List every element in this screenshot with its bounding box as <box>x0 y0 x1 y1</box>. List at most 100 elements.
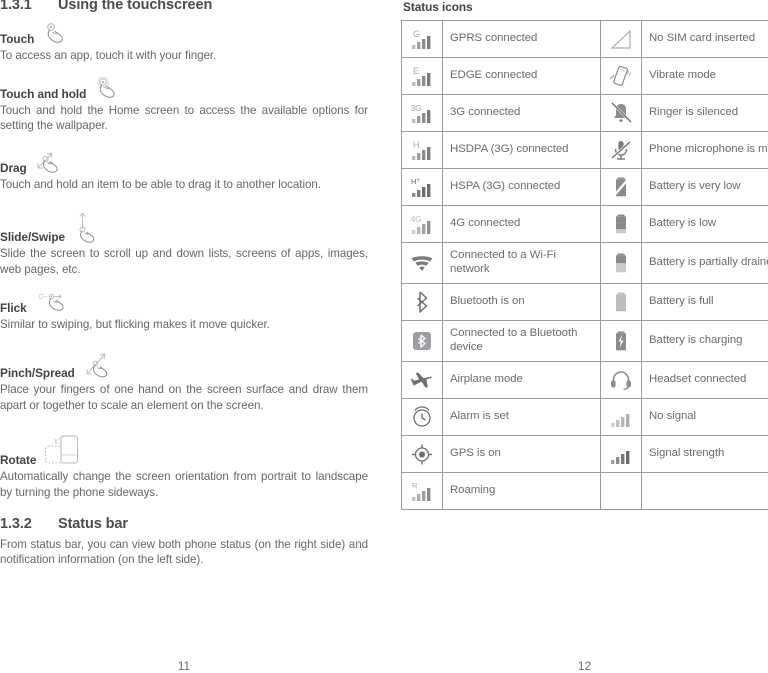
svg-text:E: E <box>413 66 419 76</box>
vibrate-mode-icon <box>600 57 642 95</box>
empty-icon-cell <box>600 471 642 510</box>
gesture-label-slide-swipe: Slide/Swipe <box>0 210 368 244</box>
bluetooth-connected-icon <box>401 319 443 362</box>
gesture-label-text: Slide/Swipe <box>0 230 66 245</box>
gesture-text-slide-swipe: Slide the screen to scroll up and down l… <box>0 247 368 276</box>
page-number-left: 11 <box>177 659 191 673</box>
no-sim-card-icon <box>600 20 642 58</box>
table-row: GPS is on Signal strength <box>401 434 768 473</box>
gesture-label-text: Touch and hold <box>0 86 87 101</box>
status-icons-title: Status icons <box>403 0 473 14</box>
table-row: Alarm is set No signal <box>401 397 768 436</box>
icon-label: HSDPA (3G) connected <box>442 131 601 169</box>
page-number-right: 12 <box>577 659 592 673</box>
signal-bars-edge-icon: E <box>401 57 443 95</box>
status-icons-table: G GPRS connected No SIM card inserted E … <box>401 20 768 510</box>
gesture-text-flick: Similar to swiping, but flicking makes i… <box>0 317 270 331</box>
gesture-label-pinch-spread: Pinch/Spread <box>0 350 368 380</box>
headset-icon <box>600 360 642 399</box>
icon-label: GPS is on <box>442 434 601 473</box>
section-title: Using the touchscreen <box>58 0 213 13</box>
svg-text:R: R <box>412 481 418 490</box>
gesture-label-text: Pinch/Spread <box>0 366 75 381</box>
gesture-label-text: Flick <box>0 300 27 315</box>
icon-label: Signal strength <box>641 434 768 473</box>
battery-charging-icon <box>600 319 642 362</box>
icon-label: Ringer is silenced <box>641 94 768 132</box>
battery-low-icon <box>600 205 642 243</box>
svg-text:H: H <box>413 140 419 150</box>
icon-label: Roaming <box>442 471 601 510</box>
icon-label: Connected to a Wi-Fi network <box>442 242 601 284</box>
gesture-label-text: Drag <box>0 160 27 175</box>
table-row: R Roaming <box>401 471 768 510</box>
table-row: H + HSPA (3G) connected Battery is very <box>401 168 768 206</box>
icon-label: Battery is very low <box>641 168 768 206</box>
icon-label: Airplane mode <box>442 360 601 399</box>
gesture-label-text: Touch <box>0 32 35 46</box>
bluetooth-on-icon <box>401 282 443 321</box>
airplane-mode-icon <box>401 360 443 399</box>
table-row: 3G 3G connected Ringer is silenced <box>401 94 768 132</box>
hand-touch-hold-icon <box>92 76 126 101</box>
battery-very-low-icon <box>600 168 642 206</box>
icon-label: HSPA (3G) connected <box>442 168 601 206</box>
icon-label: Vibrate mode <box>641 57 768 95</box>
table-row: Bluetooth is on Battery is full <box>401 282 768 321</box>
hand-slide-swipe-icon <box>73 210 103 244</box>
icon-label: Connected to a Bluetooth device <box>442 319 601 362</box>
gesture-text-touch: To access an app, touch it with your fin… <box>0 49 217 62</box>
icon-label: Battery is full <box>641 282 768 321</box>
icon-label: Battery is low <box>641 205 768 243</box>
right-page-column: Status icons G GPRS connected No SIM car… <box>401 0 768 510</box>
signal-bars-empty-icon <box>600 397 642 436</box>
gesture-text-rotate: Automatically change the screen orientat… <box>0 470 368 499</box>
icon-label: Battery is charging <box>641 319 768 362</box>
gesture-text-pinch-spread: Place your fingers of one hand on the sc… <box>0 383 368 412</box>
gesture-text-touch-and-hold: Touch and hold the Home screen to access… <box>0 103 368 133</box>
svg-text:+: + <box>417 178 421 184</box>
gesture-label-flick: Flick <box>0 291 368 315</box>
gesture-label-rotate: Rotate <box>0 433 368 467</box>
table-row: 4G 4G connected Battery is low <box>401 205 768 243</box>
phone-rotate-icon <box>44 433 86 467</box>
signal-bars-roaming-icon: R <box>401 471 443 510</box>
icon-label <box>641 471 768 510</box>
signal-bars-gprs-icon: G <box>401 20 443 58</box>
icon-label: Headset connected <box>641 360 768 399</box>
gesture-label-drag: Drag <box>0 147 368 175</box>
icon-label: EDGE connected <box>442 57 601 95</box>
signal-bars-hspa-icon: H + <box>401 168 443 206</box>
icon-label: GPRS connected <box>442 20 601 58</box>
hand-drag-icon <box>35 147 71 175</box>
section-heading-1-3-2: 1.3.2 Status bar <box>0 516 368 532</box>
icon-label: No signal <box>641 397 768 436</box>
svg-text:4G: 4G <box>411 214 422 224</box>
battery-partial-icon <box>600 242 642 284</box>
table-row: Connected to a Bluetooth device Battery … <box>401 319 768 362</box>
icon-label: 3G connected <box>442 94 601 132</box>
icon-label: Alarm is set <box>442 397 601 436</box>
icon-label: 4G connected <box>442 205 601 243</box>
section-number: 1.3.1 <box>0 0 32 13</box>
gesture-label-touch-and-hold: Touch and hold <box>0 76 368 101</box>
icon-label: No SIM card inserted <box>641 20 768 58</box>
section-title: Status bar <box>58 515 128 532</box>
icon-label: Battery is partially drained <box>641 242 768 284</box>
table-row: Connected to a Wi-Fi network Battery is … <box>401 242 768 284</box>
gesture-text-drag: Touch and hold an item to be able to dra… <box>0 177 321 191</box>
section-number: 1.3.2 <box>0 515 32 532</box>
table-row: E EDGE connected Vibrate mode <box>401 57 768 95</box>
hand-pinch-spread-icon <box>84 350 124 380</box>
section-heading-1-3-1: 1.3.1 Using the touchscreen <box>0 0 368 13</box>
svg-text:G: G <box>413 29 420 39</box>
table-row: H HSDPA (3G) connected Phone microphone … <box>401 131 768 169</box>
section-text-status-bar: From status bar, you can view both phone… <box>0 537 368 567</box>
icon-label: Bluetooth is on <box>442 282 601 321</box>
microphone-mute-icon <box>600 131 642 169</box>
signal-bars-3g-icon: 3G <box>401 94 443 132</box>
gesture-label-touch: Touch <box>0 22 368 46</box>
svg-text:3G: 3G <box>411 103 422 113</box>
signal-bars-full-icon <box>600 434 642 473</box>
manual-page-spread: 1.3.1 Using the touchscreen Touch To acc… <box>0 0 768 673</box>
